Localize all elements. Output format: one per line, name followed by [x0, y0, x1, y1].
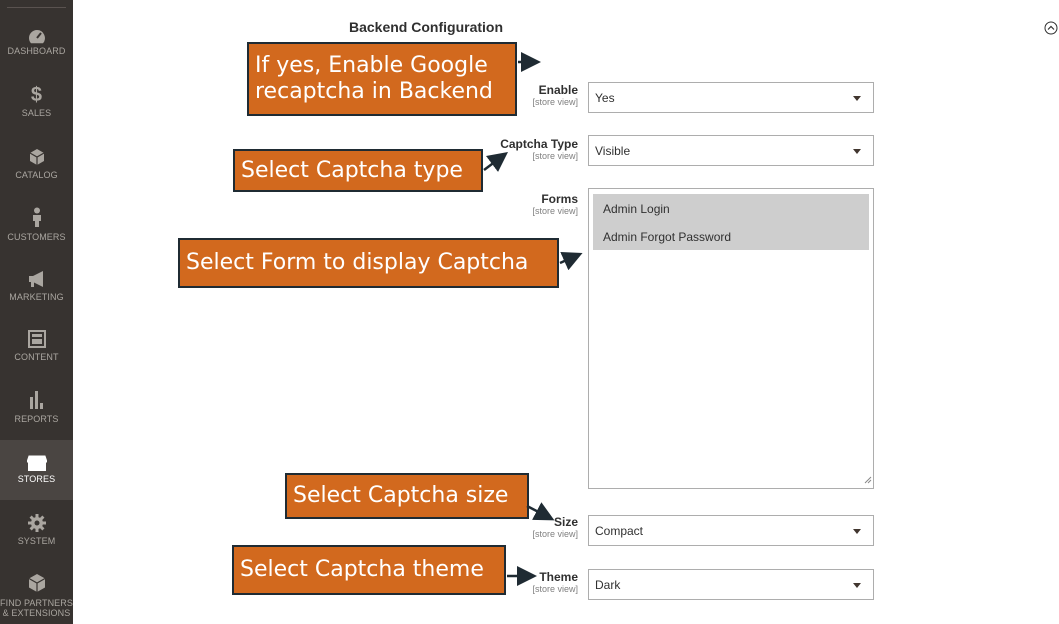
callout-arrows	[483, 52, 583, 586]
arrow-captcha-type	[483, 152, 508, 172]
arrow-forms	[559, 251, 583, 271]
arrow-size	[526, 502, 555, 521]
